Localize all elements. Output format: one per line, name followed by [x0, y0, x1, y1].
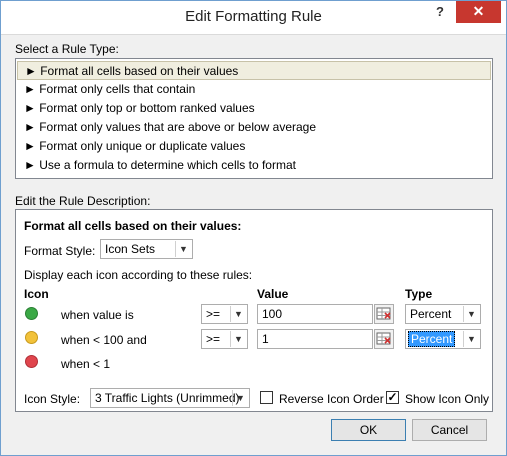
chevron-down-icon: ▼ — [463, 331, 479, 347]
rule-type-item-top-bottom[interactable]: ► Format only top or bottom ranked value… — [17, 99, 491, 118]
rule-type-list[interactable]: ► Format all cells based on their values… — [15, 58, 493, 179]
range-select-icon[interactable] — [374, 329, 394, 349]
rule-type-item-formula[interactable]: ► Use a formula to determine which cells… — [17, 156, 491, 175]
show-icon-only-label[interactable]: Show Icon Only — [405, 392, 489, 406]
condition-label-1: when value is — [61, 308, 134, 322]
value-column-header: Value — [257, 287, 289, 301]
condition-label-2: when < 100 and — [61, 333, 147, 347]
rule-description-heading: Format all cells based on their values: — [24, 219, 242, 233]
rule-type-item-unique-duplicate[interactable]: ► Format only unique or duplicate values — [17, 137, 491, 156]
chevron-down-icon: ▼ — [232, 390, 248, 406]
operator-value-2: >= — [206, 332, 221, 346]
show-icon-only-checkbox[interactable]: ✓ — [386, 391, 399, 404]
operator-dropdown-1[interactable]: >= ▼ — [201, 304, 248, 324]
red-circle-icon[interactable] — [25, 355, 38, 368]
icon-column-header: Icon — [24, 287, 49, 301]
type-value-2: Percent — [408, 331, 456, 347]
icon-style-label: Icon Style: — [24, 392, 81, 406]
reverse-icon-order-label[interactable]: Reverse Icon Order — [279, 392, 384, 406]
format-style-value: Icon Sets — [105, 242, 156, 256]
rule-type-item-cells-contain[interactable]: ► Format only cells that contain — [17, 80, 491, 99]
condition-label-3: when < 1 — [61, 357, 111, 371]
select-rule-type-label: Select a Rule Type: — [15, 42, 119, 56]
operator-dropdown-2[interactable]: >= ▼ — [201, 329, 248, 349]
cancel-button[interactable]: Cancel — [412, 419, 487, 441]
format-style-dropdown[interactable]: Icon Sets ▼ — [100, 239, 193, 259]
green-circle-icon[interactable] — [25, 307, 38, 320]
reverse-icon-order-checkbox[interactable] — [260, 391, 273, 404]
value-input-2[interactable]: 1 — [257, 329, 373, 349]
type-column-header: Type — [405, 287, 433, 301]
ok-button[interactable]: OK — [331, 419, 406, 441]
title-bar[interactable]: Edit Formatting Rule ? ✕ — [1, 1, 506, 35]
icon-style-value: 3 Traffic Lights (Unrimmed) — [95, 391, 240, 405]
close-button[interactable]: ✕ — [456, 1, 501, 23]
type-value-1: Percent — [410, 307, 452, 321]
chevron-down-icon: ▼ — [230, 306, 246, 322]
icon-style-dropdown[interactable]: 3 Traffic Lights (Unrimmed) ▼ — [90, 388, 250, 408]
rule-type-item-above-below-average[interactable]: ► Format only values that are above or b… — [17, 118, 491, 137]
edit-formatting-rule-dialog: Edit Formatting Rule ? ✕ Select a Rule T… — [0, 0, 507, 456]
type-dropdown-1[interactable]: Percent ▼ — [405, 304, 481, 324]
operator-value-1: >= — [206, 307, 221, 321]
format-style-label: Format Style: — [24, 244, 96, 258]
rule-description-panel: Format all cells based on their values: … — [15, 209, 493, 412]
chevron-down-icon: ▼ — [463, 306, 479, 322]
value-input-1[interactable]: 100 — [257, 304, 373, 324]
help-button[interactable]: ? — [431, 4, 449, 22]
edit-rule-description-label: Edit the Rule Description: — [15, 194, 151, 208]
chevron-down-icon: ▼ — [175, 241, 191, 257]
range-select-icon[interactable] — [374, 304, 394, 324]
display-rules-text: Display each icon according to these rul… — [24, 268, 253, 282]
type-dropdown-2[interactable]: Percent ▼ — [405, 329, 481, 349]
chevron-down-icon: ▼ — [230, 331, 246, 347]
yellow-circle-icon[interactable] — [25, 331, 38, 344]
rule-type-item-all-cells[interactable]: ► Format all cells based on their values — [17, 61, 491, 80]
